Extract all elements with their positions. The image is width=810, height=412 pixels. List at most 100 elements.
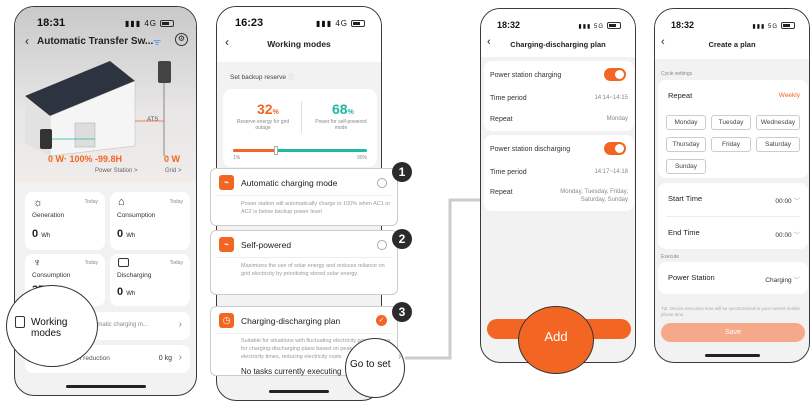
- emission-value: 0 kg: [158, 355, 172, 362]
- battery-icon: [781, 22, 795, 30]
- page-title: Charging-discharging plan: [510, 40, 606, 49]
- power-station-label: Power Station: [668, 273, 715, 282]
- mode-card-self-powered[interactable]: ⌁ Self-powered Maximizes the use of sola…: [210, 230, 398, 295]
- tile-generation[interactable]: ☼ Today Generation 0 Wh: [25, 192, 105, 250]
- day-chip-saturday[interactable]: Saturday: [756, 137, 800, 152]
- tile-consumption[interactable]: ⌂ Today Consumption 0 Wh: [110, 192, 190, 250]
- grid-value: 0 W: [164, 154, 181, 164]
- self-powered-desc: Power for self-powered mode: [315, 119, 367, 131]
- repeat-value[interactable]: Monday, Tuesday, Friday, Saturday, Sunda…: [548, 188, 628, 204]
- home-indicator: [65, 385, 146, 388]
- reserve-slider-fill: [233, 149, 276, 152]
- divider: [666, 216, 800, 217]
- home-icon: ⌂: [118, 196, 125, 208]
- tile-discharging[interactable]: Today Discharging 0 Wh: [110, 254, 190, 306]
- add-label[interactable]: Add: [519, 329, 593, 344]
- settings-icon[interactable]: ⚙: [175, 33, 188, 46]
- tile-value: 0 Wh: [32, 228, 51, 240]
- help-icon[interactable]: ⓘ: [288, 74, 295, 81]
- mode-icon: ⌁: [219, 175, 234, 190]
- status-bar: 18:31 ▮▮▮ 4G: [15, 7, 196, 33]
- discharging-card: Power station discharging Time period 14:…: [484, 135, 634, 211]
- end-time-label: End Time: [668, 228, 700, 237]
- repeat-label: Repeat: [490, 189, 513, 196]
- divider: [301, 101, 302, 133]
- period-label: Time period: [490, 168, 527, 176]
- battery-icon: [607, 22, 621, 30]
- chevron-down-icon: ﹀: [793, 232, 801, 239]
- back-icon[interactable]: ‹: [25, 34, 29, 48]
- page-title: Automatic Transfer Sw...: [37, 36, 154, 47]
- mode-icon: ◷: [219, 313, 234, 328]
- battery-icon: [160, 19, 174, 27]
- reserve-percent: 32%: [257, 101, 279, 117]
- reserve-slider-track[interactable]: [233, 146, 367, 155]
- period-label: Time period: [490, 94, 527, 102]
- power-station-link[interactable]: Power Station >: [95, 168, 138, 174]
- discharging-label: Power station discharging: [490, 145, 571, 153]
- status-time: 18:31: [37, 17, 66, 29]
- tile-today: Today: [169, 260, 183, 266]
- page-title: Working modes: [267, 39, 331, 49]
- signal-icon: ▮▮▮: [315, 19, 336, 28]
- status-time: 18:32: [497, 20, 521, 30]
- repeat-value[interactable]: Weekly: [779, 92, 800, 99]
- mode-check-icon[interactable]: ✓: [376, 315, 387, 326]
- magnifier-working-modes: Working modes: [6, 285, 98, 367]
- connector-line: [405, 198, 485, 360]
- slider-min-label: 1%: [233, 155, 241, 161]
- mode-card-automatic-charging[interactable]: ⌁ Automatic charging mode Power station …: [210, 168, 398, 226]
- day-chip-monday[interactable]: Monday: [666, 115, 706, 130]
- mode-radio[interactable]: [377, 240, 387, 250]
- magnifier-go-to-set: Go to set: [345, 338, 405, 398]
- self-powered-percent: 68%: [332, 101, 354, 117]
- mode-desc: Maximizes the use of solar energy and re…: [241, 263, 385, 277]
- repeat-label: Repeat: [668, 91, 693, 100]
- charging-repeat-row[interactable]: Repeat Monday: [490, 107, 628, 131]
- tile-label: Generation: [32, 212, 65, 219]
- charging-toggle[interactable]: [604, 68, 626, 81]
- house-illustration: [25, 61, 171, 156]
- tile-value: 0 Wh: [117, 286, 136, 298]
- slider-max-label: 90%: [356, 155, 367, 161]
- discharging-toggle[interactable]: [604, 142, 626, 155]
- mode-radio[interactable]: [377, 178, 387, 188]
- status-bar: 18:32 ▮▮▮ 5G: [481, 9, 635, 35]
- day-chip-thursday[interactable]: Thursday: [666, 137, 706, 152]
- battery-icon: [351, 19, 365, 27]
- mode-title: Self-powered: [241, 240, 292, 250]
- chevron-right-icon: ›: [178, 319, 182, 330]
- execute-label: Execute: [661, 254, 680, 260]
- period-value: 14:17~14:18: [594, 169, 628, 175]
- working-modes-label[interactable]: Working modes: [31, 317, 97, 339]
- grid-link[interactable]: Grid >: [165, 168, 182, 174]
- signal-icon: ▮▮▮: [752, 24, 768, 30]
- mode-divider: [217, 195, 391, 196]
- backup-reserve-label[interactable]: Set backup reserve ⓘ: [230, 71, 294, 81]
- chevron-right-icon: ›: [178, 352, 182, 363]
- cycle-card: Repeat Weekly Monday Tuesday Wednesday T…: [658, 80, 808, 178]
- go-to-set-link[interactable]: Go to set: [350, 359, 391, 370]
- day-chip-wednesday[interactable]: Wednesday: [756, 115, 800, 130]
- end-time-value[interactable]: 00:00 ﹀: [775, 229, 800, 239]
- start-time-value[interactable]: 00:00 ﹀: [775, 195, 800, 205]
- day-chip-tuesday[interactable]: Tuesday: [711, 115, 751, 130]
- reserve-slider-thumb[interactable]: [273, 146, 278, 155]
- tile-today: Today: [84, 260, 98, 266]
- ats-label: ATS: [147, 117, 159, 123]
- mode-desc: Power station will automatically charge …: [241, 201, 391, 215]
- working-modes-icon: [15, 316, 25, 328]
- status-time: 18:32: [671, 20, 695, 30]
- power-station-value[interactable]: Charging ﹀: [765, 274, 800, 284]
- tile-label: Consumption: [32, 272, 71, 279]
- mode-divider: [217, 333, 391, 334]
- start-time-label: Start Time: [668, 194, 703, 203]
- day-chip-friday[interactable]: Friday: [711, 137, 751, 152]
- day-chip-sunday[interactable]: Sunday: [666, 159, 706, 174]
- save-button[interactable]: Save: [661, 323, 805, 342]
- mode-icon: ⌁: [219, 237, 234, 252]
- mode-title: Charging-discharging plan: [241, 316, 341, 326]
- power-station-value: 0 W· 100% -99.8H: [48, 154, 123, 164]
- discharging-period-row[interactable]: Time period 14:17~14:18: [490, 160, 628, 184]
- home-indicator: [269, 390, 329, 393]
